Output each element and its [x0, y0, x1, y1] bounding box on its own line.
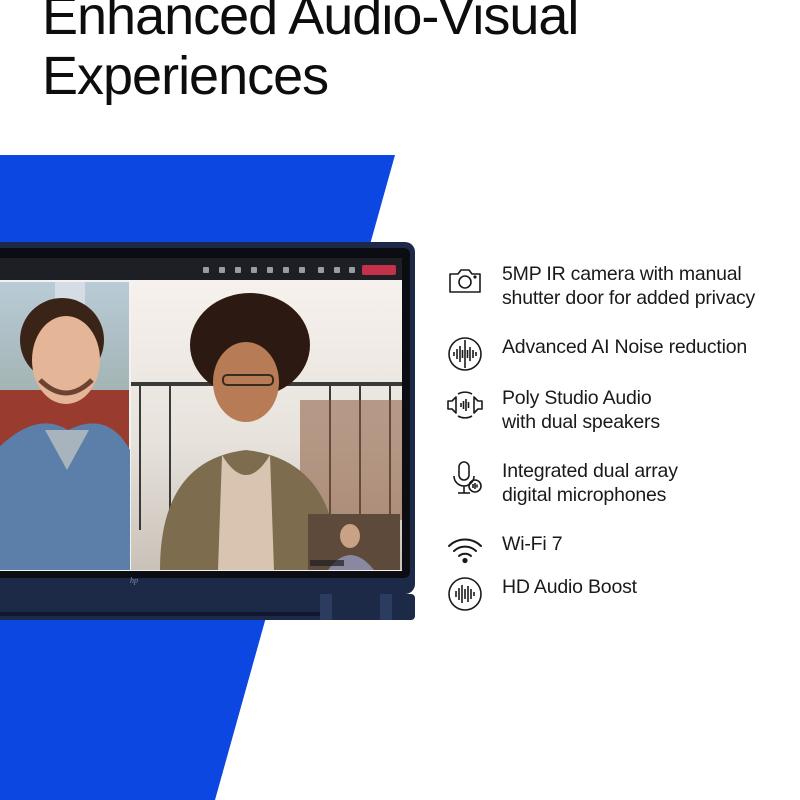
speaker-audio-icon	[446, 386, 484, 424]
leave-button	[362, 265, 396, 275]
wifi-icon	[446, 532, 484, 570]
feature-item-camera: 5MP IR camera with manual shutter door f…	[446, 262, 755, 310]
feature-item-audio-boost: HD Audio Boost	[446, 575, 637, 613]
feature-item-noise-reduction: Advanced AI Noise reduction	[446, 335, 747, 373]
feature-camera-line-1: 5MP IR camera with manual	[502, 263, 742, 285]
microphone-icon	[446, 459, 484, 497]
audio-boost-icon	[446, 575, 484, 613]
noise-reduction-icon	[446, 335, 484, 373]
laptop-video-call-image: hp	[0, 242, 415, 620]
call-toolbar	[0, 258, 402, 280]
page-title: Enhanced Audio-Visual Experiences	[42, 0, 579, 106]
feature-speakers-line-1: Poly Studio Audio	[502, 387, 652, 409]
feature-speakers-line-2: with dual speakers	[502, 411, 660, 433]
feature-boost-line-1: HD Audio Boost	[502, 576, 637, 598]
title-line-1: Enhanced Audio-Visual	[42, 0, 579, 46]
feature-wifi-line-1: Wi-Fi 7	[502, 533, 563, 555]
feature-item-microphones: Integrated dual array digital microphone…	[446, 459, 678, 507]
hp-logo: hp	[130, 576, 138, 585]
feature-item-speakers: Poly Studio Audio with dual speakers	[446, 386, 660, 434]
camera-icon	[446, 262, 484, 300]
laptop-base	[0, 594, 415, 620]
feature-noise-line-1: Advanced AI Noise reduction	[502, 336, 748, 358]
feature-item-wifi: Wi-Fi 7	[446, 532, 563, 570]
feature-camera-line-2: shutter door for added privacy	[502, 287, 756, 309]
feature-mic-line-2: digital microphones	[502, 484, 667, 506]
title-line-2: Experiences	[42, 46, 329, 106]
feature-mic-line-1: Integrated dual array	[502, 460, 678, 482]
